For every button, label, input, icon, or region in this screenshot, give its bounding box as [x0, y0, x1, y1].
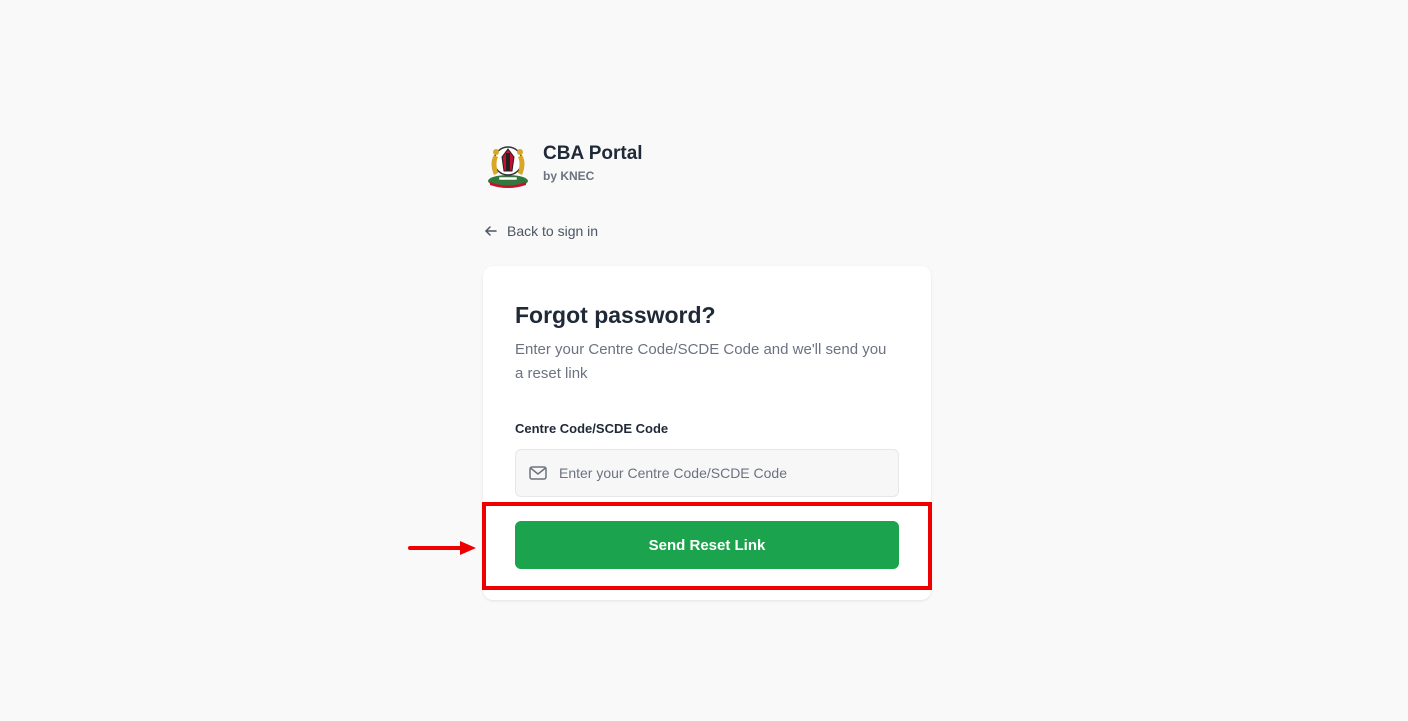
arrow-left-icon — [485, 226, 497, 236]
card-title: Forgot password? — [515, 302, 716, 328]
forgot-password-card: Forgot password? Enter your Centre Code/… — [483, 266, 931, 600]
mail-icon — [529, 466, 547, 480]
centre-code-label: Centre Code/SCDE Code — [515, 421, 669, 436]
back-to-sign-in-link[interactable]: Back to sign in — [483, 221, 598, 241]
card-description: Enter your Centre Code/SCDE Code and we'… — [515, 341, 887, 382]
arrow-right-icon — [408, 541, 476, 555]
send-reset-link-button[interactable]: Send Reset Link — [515, 521, 899, 569]
centre-code-field — [515, 449, 899, 497]
app-subtitle: by KNEC — [543, 169, 595, 183]
centre-code-input[interactable] — [557, 464, 881, 482]
back-link-label: Back to sign in — [507, 223, 599, 239]
app-title: CBA Portal — [543, 143, 643, 164]
brand-header: CBA Portal by KNEC — [485, 141, 643, 189]
kenya-coat-of-arms-icon — [488, 146, 528, 188]
forgot-password-page: CBA Portal by KNEC Back to sign in Forgo… — [0, 0, 1408, 721]
